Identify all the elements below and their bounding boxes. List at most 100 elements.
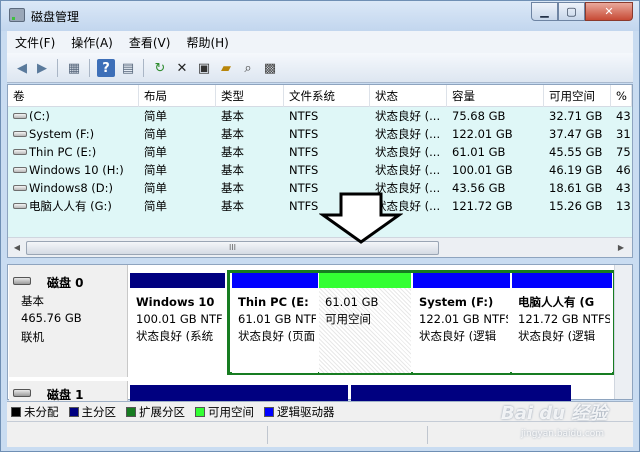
search-icon[interactable]: ⌕ [239,59,257,77]
table-row[interactable]: (C:) 简单 基本 NTFS 状态良好 (... 75.68 GB 32.71… [8,107,632,125]
vertical-scrollbar[interactable] [614,265,632,399]
disk-0-info[interactable]: 磁盘 0 基本 465.76 GB 联机 [9,265,128,377]
volume-percent-free: 43 [616,181,631,195]
export-icon[interactable]: ▩ [261,59,279,77]
partition-status: 可用空间 [325,312,371,326]
partition-size: 122.01 GB NTFS [419,312,508,326]
menu-view[interactable]: 查看(V) [121,34,179,51]
volume-percent-free: 13 [616,199,631,213]
column-header-capacity[interactable]: 容量 [447,85,544,107]
table-row[interactable]: System (F:) 简单 基本 NTFS 状态良好 (... 122.01 … [8,125,632,143]
table-row[interactable]: Windows 10 (H:) 简单 基本 NTFS 状态良好 (... 100… [8,161,632,179]
drive-icon [13,130,27,137]
partition-color-bar [130,273,225,288]
disk-title: 磁盘 0 [47,276,84,290]
volume-capacity: 43.56 GB [452,181,506,195]
volume-layout: 简单 [144,199,167,213]
partition-color-bar [319,273,411,288]
volume-type: 基本 [221,199,244,213]
legend-swatch [11,406,21,417]
toolbar-separator [57,59,58,77]
column-header-layout[interactable]: 布局 [139,85,216,107]
properties-grid-icon[interactable]: ▦ [65,59,83,77]
title-bar[interactable]: 磁盘管理 ▁ ▢ ✕ [1,1,639,31]
console-icon[interactable]: ▤ [119,59,137,77]
volume-name: Windows 10 (H:) [29,163,124,177]
partition-windows-10[interactable]: Windows 10 100.01 GB NTFS 状态良好 (系统 [130,273,225,373]
drive-icon [13,166,27,173]
volume-capacity: 121.72 GB [452,199,513,213]
refresh-icon[interactable]: ↻ [151,59,169,77]
partition-color-bar [512,273,612,288]
scroll-right-icon[interactable]: ▶ [614,241,628,255]
partition-size: 61.01 GB NTFS [238,312,316,326]
back-icon[interactable]: ◀ [13,59,31,77]
partition-size: 61.01 GB [325,295,379,309]
menu-action[interactable]: 操作(A) [63,34,121,51]
volume-percent-free: 31 [616,127,631,141]
toolbar-separator [89,59,90,77]
volume-capacity: 61.01 GB [452,145,506,159]
partition-free-space[interactable]: 61.01 GB 可用空间 [319,273,411,373]
column-header-free-space[interactable]: 可用空间 [544,85,611,107]
partition-size: 121.72 GB NTFS [518,312,610,326]
disk-1-partition-bar[interactable] [130,385,348,401]
volume-layout: 简单 [144,181,167,195]
volume-filesystem: NTFS [289,163,319,177]
baidu-watermark-url: jingyan.baidu.com [521,429,605,439]
volume-type: 基本 [221,127,244,141]
help-icon[interactable]: ? [97,59,115,77]
drive-icon [13,184,27,191]
volume-layout: 简单 [144,163,167,177]
volume-list-header: 卷 布局 类型 文件系统 状态 容量 可用空间 % [8,85,632,107]
status-separator [427,426,428,444]
delete-icon[interactable]: ✕ [173,59,191,77]
maximize-button[interactable]: ▢ [558,2,585,21]
legend-swatch [264,406,274,417]
volume-free-space: 37.47 GB [549,127,603,141]
disk-icon [13,389,31,397]
maximize-icon: ▢ [566,5,577,18]
partition-g-drive[interactable]: 电脑人人有 (G 121.72 GB NTFS 状态良好 (逻辑 [512,273,612,373]
partition-thin-pc[interactable]: Thin PC (E: 61.01 GB NTFS 状态良好 (页面 [232,273,318,373]
menu-file[interactable]: 文件(F) [7,34,63,51]
menu-help[interactable]: 帮助(H) [178,34,236,51]
partition-name: Windows 10 [136,295,215,309]
column-header-volume[interactable]: 卷 [8,85,139,107]
minimize-button[interactable]: ▁ [531,2,558,21]
volume-free-space: 32.71 GB [549,109,603,123]
disk-state: 联机 [21,330,44,344]
volume-filesystem: NTFS [289,145,319,159]
close-button[interactable]: ✕ [585,2,633,21]
partition-status: 状态良好 (逻辑 [518,329,596,343]
volume-type: 基本 [221,109,244,123]
legend-label: 主分区 [81,404,117,419]
legend-swatch [195,406,205,417]
volume-name: 电脑人人有 (G:) [29,199,112,213]
scroll-left-icon[interactable]: ◀ [10,241,24,255]
properties-icon[interactable]: ▣ [195,59,213,77]
disk-icon [13,277,31,285]
column-header-type[interactable]: 类型 [216,85,284,107]
disk-1-info[interactable]: 磁盘 1 [9,381,128,402]
volume-percent-free: 75 [616,145,631,159]
legend-item: 主分区 [68,404,117,420]
column-header-filesystem[interactable]: 文件系统 [284,85,370,107]
partition-name: System (F:) [419,295,494,309]
volume-filesystem: NTFS [289,127,319,141]
legend-item: 逻辑驱动器 [264,404,335,420]
volume-capacity: 100.01 GB [452,163,513,177]
disk-layout-pane: 磁盘 0 基本 465.76 GB 联机 Windows 10 100.01 G… [7,264,633,402]
volume-filesystem: NTFS [289,109,319,123]
partition-system[interactable]: System (F:) 122.01 GB NTFS 状态良好 (逻辑 [413,273,510,373]
partition-status: 状态良好 (系统 [136,329,214,343]
legend-item: 可用空间 [195,404,254,420]
open-folder-icon[interactable]: ▰ [217,59,235,77]
forward-icon[interactable]: ▶ [33,59,51,77]
table-row[interactable]: Thin PC (E:) 简单 基本 NTFS 状态良好 (... 61.01 … [8,143,632,161]
column-header-percent-free[interactable]: % [611,85,632,107]
partition-status: 状态良好 (页面 [238,329,316,343]
partition-color-bar [232,273,318,288]
volume-layout: 简单 [144,109,167,123]
column-header-status[interactable]: 状态 [370,85,447,107]
